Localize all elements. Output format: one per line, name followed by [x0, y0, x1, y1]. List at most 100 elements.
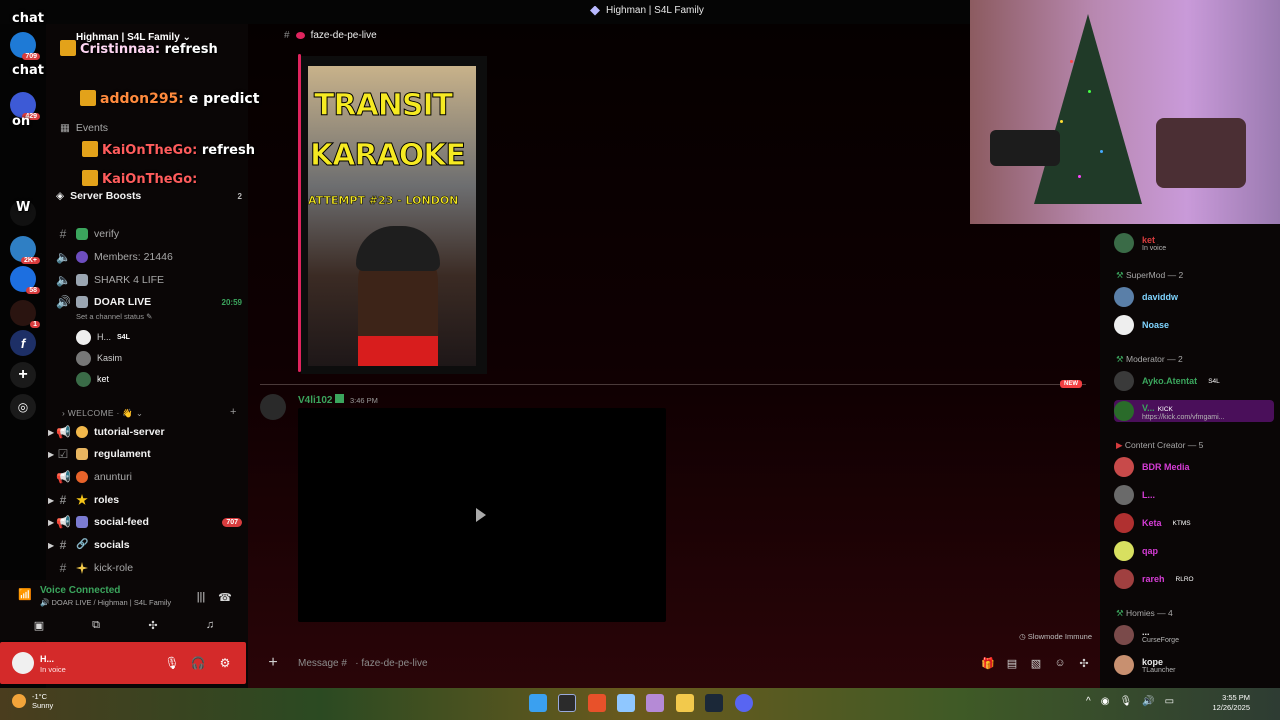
taskbar: -1°C Sunny ^ ◉ 🎙 🔊 ▭ 3:55 PM 12/26/2025: [0, 688, 1280, 720]
apps-icon[interactable]: ✣: [1072, 657, 1096, 670]
add-server-icon[interactable]: +: [10, 362, 36, 388]
member-name: rareh: [1142, 574, 1165, 584]
channel-anunturi[interactable]: 📢 anunturi: [56, 467, 242, 487]
volume-icon[interactable]: 🔊: [1142, 696, 1154, 707]
sidebar-item-server-boosts[interactable]: ◈ Server Boosts 2: [56, 186, 242, 206]
voice-channel-link[interactable]: 🔊 DOAR LIVE / Highman | S4L Family: [40, 598, 171, 607]
member-row[interactable]: ket In voice: [1114, 232, 1166, 254]
webcam-overlay: [970, 0, 1280, 224]
discover-icon[interactable]: ◎: [10, 394, 36, 420]
member-name: qap: [1142, 546, 1159, 556]
member-category: ▶ Content Creator — 5: [1116, 440, 1203, 451]
badge-icon: [82, 141, 98, 157]
voice-user[interactable]: Kasim: [76, 349, 122, 367]
headphones-icon[interactable]: 🎧: [189, 654, 207, 672]
thumbnail-title: KARAOKE: [309, 138, 466, 174]
member-name: L...: [1142, 490, 1155, 500]
weather-widget[interactable]: -1°C Sunny: [12, 692, 53, 710]
channel-kick-role[interactable]: # kick-role: [56, 558, 242, 578]
overlay-chat-user: KaiOnTheGo:: [102, 143, 198, 158]
member-category-label: Homies — 4: [1126, 608, 1173, 618]
mic-tray-icon[interactable]: 🎙: [1119, 696, 1132, 707]
avatar: [1114, 287, 1134, 307]
disconnect-icon[interactable]: ☎: [212, 588, 238, 606]
gif-icon[interactable]: ▤: [1000, 657, 1024, 670]
hash-icon: #: [284, 30, 290, 41]
member-row[interactable]: Noase: [1114, 314, 1169, 336]
app-icon[interactable]: [617, 694, 635, 712]
avatar: [76, 329, 91, 345]
file-explorer-icon[interactable]: [676, 694, 694, 712]
message-input[interactable]: [298, 657, 938, 669]
server-icon[interactable]: 2K+: [10, 236, 40, 264]
channel-socials[interactable]: ▶ # 🔗 socials: [48, 535, 242, 555]
set-channel-status[interactable]: Set a channel status ✎: [76, 312, 152, 321]
channel-tutorial-server[interactable]: ▶ 📢 tutorial-server: [48, 422, 242, 442]
member-row[interactable]: BDR Media: [1114, 456, 1190, 478]
overlay-chat-text: W: [16, 200, 31, 215]
video-thumbnail[interactable]: TRANSIT KARAOKE ATTEMPT #23 - LONDON: [308, 66, 476, 366]
member-row[interactable]: qap: [1114, 540, 1158, 562]
attach-plus-icon[interactable]: +: [260, 654, 286, 672]
voice-user[interactable]: ket: [76, 370, 109, 388]
emoji-icon[interactable]: ☺: [1048, 657, 1072, 669]
server-icon[interactable]: 58: [10, 266, 40, 294]
member-tag: RLRO: [1175, 575, 1194, 583]
sticker-icon[interactable]: ▧: [1024, 657, 1048, 670]
server-icon[interactable]: 709: [10, 32, 40, 60]
clock[interactable]: 3:55 PM 12/26/2025: [1212, 693, 1250, 713]
create-channel-button[interactable]: +: [230, 406, 236, 418]
new-messages-divider: [260, 384, 1086, 385]
avatar[interactable]: [12, 652, 34, 674]
sidebar-item-events[interactable]: ▦ Events: [60, 118, 246, 138]
channel-label: verify: [94, 228, 120, 240]
microphone-icon[interactable]: 🎙: [163, 654, 181, 672]
screen-share-icon[interactable]: ⧉: [83, 616, 109, 634]
member-row[interactable]: V... KICK https://kick.com/vfmgami...: [1114, 400, 1274, 422]
member-row[interactable]: Keta KTMS: [1114, 512, 1191, 534]
channel-emoji-icon: [295, 32, 305, 39]
overlay-chat-text: chat: [12, 11, 44, 26]
channel-social-feed[interactable]: ▶ 📢 social-feed 707: [48, 512, 242, 532]
gift-icon[interactable]: 🎁: [976, 657, 1000, 670]
noise-suppression-icon[interactable]: |||: [188, 588, 214, 606]
steam-icon[interactable]: [705, 694, 723, 712]
settings-gear-icon[interactable]: ⚙: [216, 654, 234, 672]
start-icon[interactable]: [529, 694, 547, 712]
member-row[interactable]: ... CurseForge: [1114, 624, 1179, 646]
speaker-icon: 🔈: [56, 250, 71, 264]
channel-verify[interactable]: # verify: [56, 224, 242, 244]
channel-roles[interactable]: ▶ # roles: [48, 490, 242, 510]
play-icon[interactable]: [476, 508, 486, 522]
video-off-icon[interactable]: ▣: [26, 616, 52, 634]
soundboard-icon[interactable]: ♫: [197, 616, 223, 634]
discord-icon[interactable]: [735, 694, 753, 712]
video-player[interactable]: [298, 408, 666, 622]
battery-icon[interactable]: ▭: [1165, 696, 1174, 707]
message-author[interactable]: V4li102: [298, 394, 345, 406]
app-icon[interactable]: [646, 694, 664, 712]
member-row[interactable]: L...: [1114, 484, 1155, 506]
thumbnail-title: TRANSIT: [313, 88, 453, 124]
member-row[interactable]: Ayko.Atentat S4L: [1114, 370, 1220, 392]
member-row[interactable]: kope TLauncher: [1114, 654, 1175, 676]
task-view-icon[interactable]: [558, 694, 576, 712]
channel-regulament[interactable]: ▶ ☑ regulament: [48, 444, 242, 464]
avatar[interactable]: [260, 394, 286, 420]
channel-members[interactable]: 🔈 Members: 21446: [56, 247, 242, 267]
member-row[interactable]: daviddw: [1114, 286, 1178, 308]
channel-doar-live[interactable]: 🔊 DOAR LIVE 20:59: [56, 292, 242, 312]
member-row[interactable]: rareh RLRO: [1114, 568, 1194, 590]
activities-icon[interactable]: ✣: [140, 616, 166, 634]
server-icon[interactable]: f: [10, 330, 36, 356]
category-welcome[interactable]: › WELCOME · 👋 ⌄: [62, 408, 143, 419]
voice-user[interactable]: H... S4L: [76, 328, 130, 346]
thumbnail-subtitle: ATTEMPT #23 - LONDON: [308, 194, 459, 208]
avatar: [1114, 457, 1134, 477]
avatar: [1114, 371, 1134, 391]
server-icon[interactable]: 1: [10, 300, 40, 328]
brave-browser-icon[interactable]: [588, 694, 606, 712]
chevron-up-icon[interactable]: ^: [1086, 696, 1091, 707]
channel-shark[interactable]: 🔈 SHARK 4 LIFE: [56, 270, 242, 290]
network-icon[interactable]: ◉: [1101, 696, 1110, 707]
